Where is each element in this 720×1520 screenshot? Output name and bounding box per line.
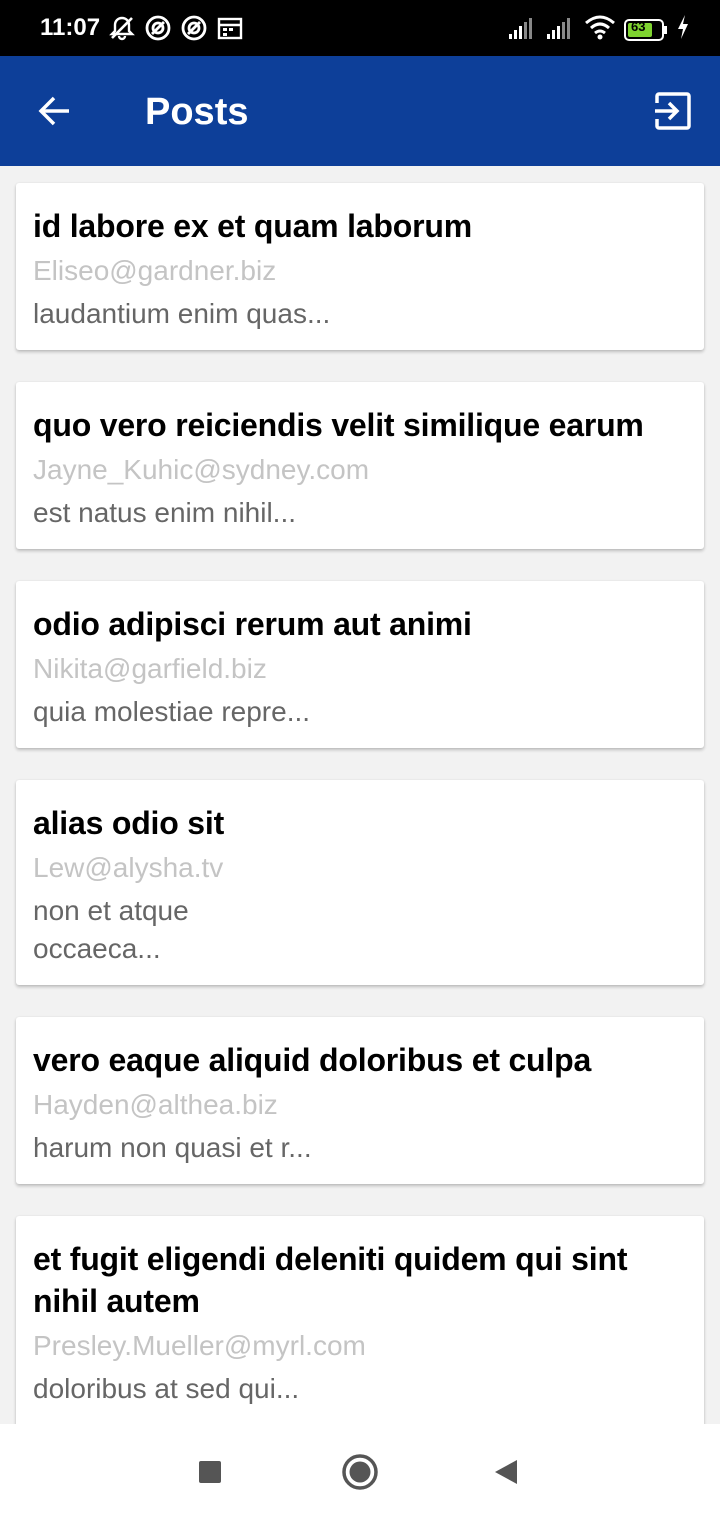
post-body: doloribus at sed qui... (33, 1373, 300, 1404)
post-title: alias odio sit (33, 805, 225, 841)
post-list[interactable]: id labore ex et quam laborum Eliseo@gard… (0, 166, 720, 1424)
post-card[interactable]: vero eaque aliquid doloribus et culpa Ha… (16, 1017, 704, 1184)
logout-icon (655, 92, 691, 130)
post-email: Eliseo@gardner.biz (33, 255, 277, 286)
post-title: et fugit eligendi deleniti quidem qui si… (33, 1241, 628, 1319)
post-title: quo vero reiciendis velit similique earu… (33, 407, 644, 443)
back-nav-button[interactable] (482, 1448, 530, 1496)
post-email: Presley.Mueller@myrl.com (33, 1330, 366, 1361)
signal-icon (547, 18, 570, 39)
app-bar: Posts (0, 56, 720, 166)
battery-icon: 63 (624, 16, 668, 41)
post-email: Hayden@althea.biz (33, 1089, 278, 1120)
post-email: Nikita@garfield.biz (33, 653, 267, 684)
wifi-icon (585, 15, 615, 40)
post-card[interactable]: odio adipisci rerum aut animi Nikita@gar… (16, 581, 704, 748)
charging-icon (678, 15, 688, 39)
calendar-icon (217, 17, 243, 40)
app-notification-icon (181, 15, 207, 41)
post-body: harum non quasi et r... (33, 1132, 312, 1163)
recents-icon (199, 1461, 221, 1483)
post-email: Lew@alysha.tv (33, 852, 224, 883)
back-button[interactable] (28, 84, 82, 138)
post-card[interactable]: quo vero reiciendis velit similique earu… (16, 382, 704, 549)
status-bar: 11:07 63 (0, 0, 720, 56)
post-email: Jayne_Kuhic@sydney.com (33, 454, 370, 485)
status-left-icons (108, 14, 244, 42)
home-icon (342, 1454, 378, 1490)
logout-button[interactable] (648, 86, 698, 136)
recents-button[interactable] (186, 1448, 234, 1496)
back-icon (495, 1460, 517, 1484)
post-card[interactable]: et fugit eligendi deleniti quidem qui si… (16, 1216, 704, 1424)
battery-level: 63 (631, 19, 646, 34)
arrow-left-icon (38, 96, 69, 126)
mute-icon (109, 16, 135, 41)
app-notification-icon (145, 15, 171, 41)
post-card[interactable]: alias odio sit Lew@alysha.tv non et atqu… (16, 780, 704, 985)
status-time: 11:07 (40, 14, 101, 41)
post-title: odio adipisci rerum aut animi (33, 606, 472, 642)
post-body: laudantium enim quas... (33, 298, 331, 329)
post-body: non et atque occaeca... (33, 895, 189, 964)
post-body: est natus enim nihil... (33, 497, 297, 528)
home-button[interactable] (336, 1448, 384, 1496)
post-body: quia molestiae repre... (33, 696, 311, 727)
navigation-bar (0, 1424, 720, 1520)
page-title: Posts (145, 91, 249, 133)
post-title: vero eaque aliquid doloribus et culpa (33, 1042, 592, 1078)
status-right-icons: 63 (508, 13, 690, 41)
post-card[interactable]: id labore ex et quam laborum Eliseo@gard… (16, 183, 704, 350)
signal-icon (509, 18, 532, 39)
post-title: id labore ex et quam laborum (33, 208, 472, 244)
